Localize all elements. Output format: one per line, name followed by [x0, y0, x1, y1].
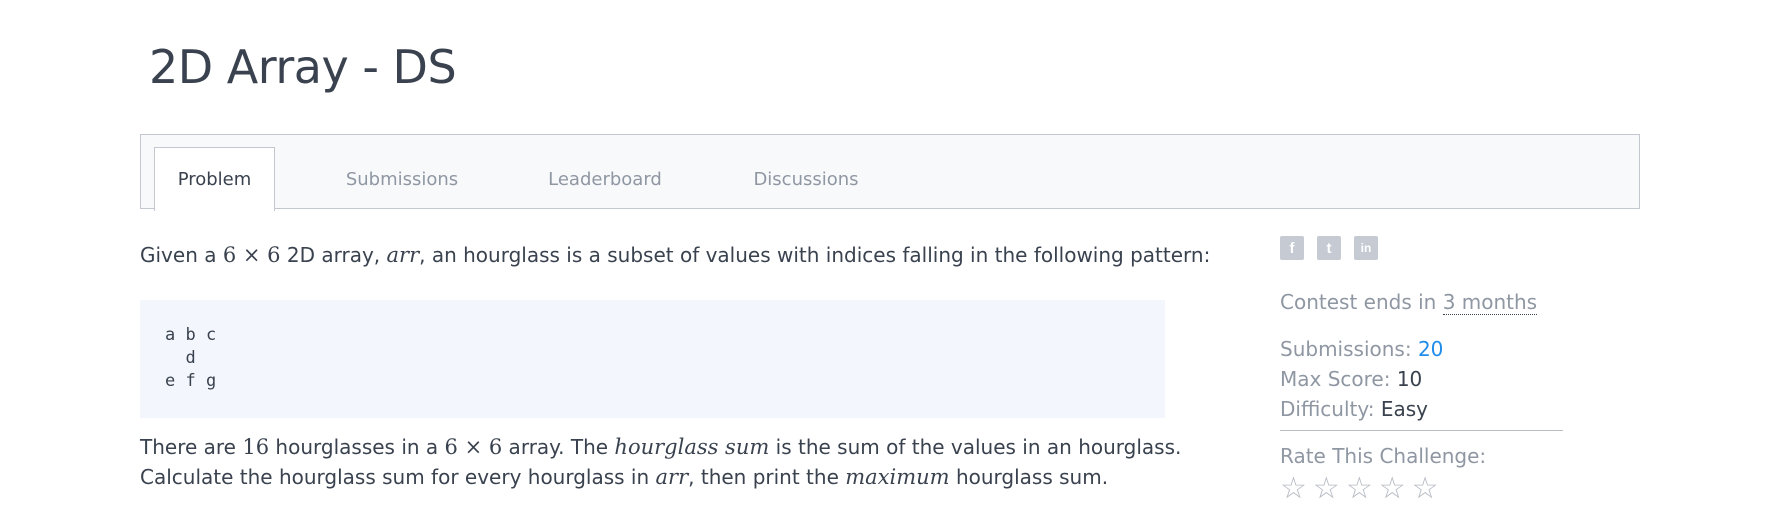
star-icon[interactable]: ☆ — [1313, 474, 1340, 504]
max-score-label: Max Score: — [1280, 367, 1397, 391]
details-text: is the sum of the values in an hourglass… — [769, 435, 1182, 459]
details-paragraph: There are 16 hourglasses in a 6 × 6 arra… — [140, 432, 1181, 492]
contest-ends-time[interactable]: 3 months — [1442, 290, 1538, 315]
max-score-value: 10 — [1396, 367, 1423, 391]
rating-stars: ☆ ☆ ☆ ☆ ☆ — [1280, 474, 1565, 504]
challenge-sidebar: f t in Contest ends in 3 months Submissi… — [1280, 236, 1565, 504]
social-share: f t in — [1280, 236, 1565, 260]
intro-text: Given a — [140, 243, 223, 267]
math-arr: arr — [386, 243, 420, 267]
details-text: hourglass sum. — [949, 465, 1109, 489]
difficulty-stat: Difficulty: Easy — [1280, 394, 1565, 424]
math-count: 16 — [242, 435, 270, 459]
star-icon[interactable]: ☆ — [1379, 474, 1406, 504]
contest-ends: Contest ends in 3 months — [1280, 287, 1565, 317]
tab-problem[interactable]: Problem — [154, 147, 275, 211]
math-dimension: 6 × 6 — [222, 243, 281, 267]
difficulty-value: Easy — [1380, 397, 1428, 421]
details-line-2: Calculate the hourglass sum for every ho… — [140, 462, 1181, 492]
star-icon[interactable]: ☆ — [1412, 474, 1439, 504]
math-maximum: maximum — [845, 465, 950, 489]
submissions-stat: Submissions: 20 — [1280, 334, 1565, 364]
star-icon[interactable]: ☆ — [1280, 474, 1307, 504]
sidebar-divider — [1280, 430, 1563, 431]
star-icon[interactable]: ☆ — [1346, 474, 1373, 504]
contest-ends-label: Contest ends in — [1280, 290, 1443, 314]
problem-statement: Given a 6 × 6 2D array, arr, an hourglas… — [140, 240, 1210, 270]
intro-text: 2D array, — [280, 243, 387, 267]
details-text: hourglasses in a — [269, 435, 445, 459]
tab-submissions[interactable]: Submissions — [322, 147, 482, 211]
details-text: Calculate the hourglass sum for every ho… — [140, 465, 656, 489]
max-score-stat: Max Score: 10 — [1280, 364, 1565, 394]
difficulty-label: Difficulty: — [1280, 397, 1381, 421]
linkedin-icon[interactable]: in — [1354, 236, 1378, 260]
hourglass-pattern-code: a b c d e f g — [140, 300, 1165, 418]
intro-text: , an hourglass is a subset of values wit… — [419, 243, 1211, 267]
math-arr: arr — [655, 465, 689, 489]
details-line-1: There are 16 hourglasses in a 6 × 6 arra… — [140, 432, 1181, 462]
submissions-count-link[interactable]: 20 — [1418, 337, 1443, 361]
details-text: , then print the — [688, 465, 846, 489]
tab-leaderboard[interactable]: Leaderboard — [525, 147, 685, 211]
facebook-icon[interactable]: f — [1280, 236, 1304, 260]
details-text: There are — [140, 435, 243, 459]
page-title: 2D Array - DS — [149, 40, 457, 94]
intro-paragraph: Given a 6 × 6 2D array, arr, an hourglas… — [140, 240, 1210, 270]
tab-bar: Problem Submissions Leaderboard Discussi… — [140, 134, 1640, 211]
math-hourglass-sum: hourglass sum — [614, 435, 770, 459]
twitter-icon[interactable]: t — [1317, 236, 1341, 260]
details-text: array. The — [502, 435, 615, 459]
tab-discussions[interactable]: Discussions — [726, 147, 886, 211]
rate-challenge-label: Rate This Challenge: — [1280, 444, 1487, 468]
math-dimension: 6 × 6 — [444, 435, 503, 459]
submissions-label: Submissions: — [1280, 337, 1418, 361]
